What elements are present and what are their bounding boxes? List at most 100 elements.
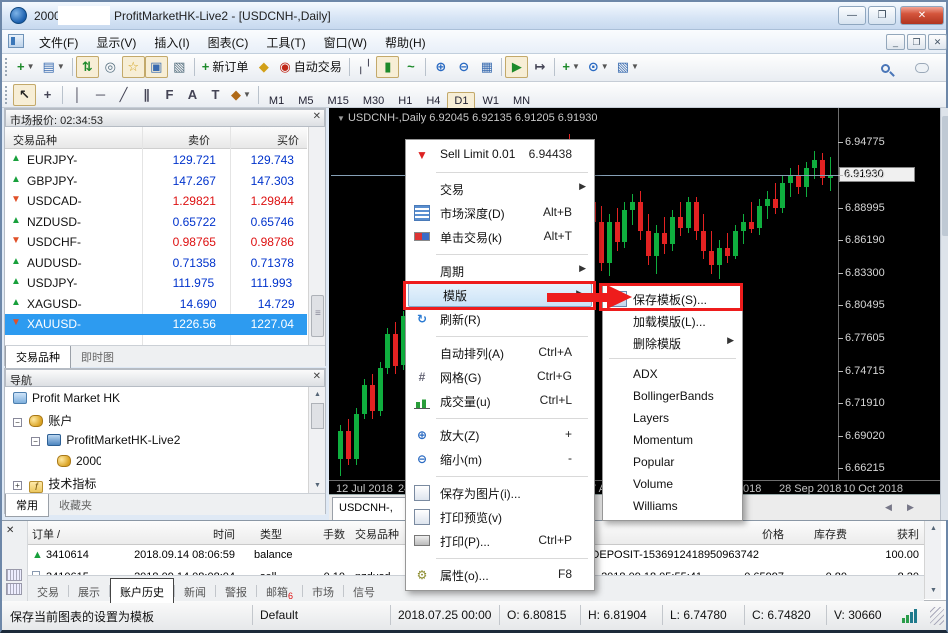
collapse-icon[interactable]: − (31, 437, 40, 446)
close-icon[interactable]: ✕ (313, 371, 321, 382)
menu-item-3[interactable]: 图表(C) (199, 30, 258, 55)
tree-item-accounts[interactable]: − 账户 (13, 412, 72, 432)
scrollbar-thumb[interactable] (942, 116, 948, 236)
scrollbar-thumb[interactable] (311, 295, 324, 337)
terminal-tab-0[interactable]: 交易 (28, 581, 68, 603)
scroll-up-icon[interactable]: ▲ (311, 388, 324, 401)
arrows-button[interactable]: ◆▼ (227, 84, 255, 106)
chevron-down-icon[interactable]: ▼ (243, 90, 251, 99)
autotrading-button[interactable]: ◉自动交易 (275, 56, 345, 78)
templates-button[interactable]: ▧▼ (613, 56, 643, 78)
orders-column-6[interactable]: 库存费 (814, 526, 847, 542)
market-watch-row-gbpjpy[interactable]: ▲GBPJPY-147.267147.303 (5, 171, 307, 192)
template-submenu-item-9[interactable]: Volume (603, 473, 742, 495)
chart-vertical-scrollbar[interactable] (940, 108, 948, 520)
orders-column-7[interactable]: 获利 (897, 526, 919, 542)
context-menu-item-6[interactable]: 周期▶ (406, 259, 594, 283)
context-menu-item-8[interactable]: ↻刷新(R) (406, 307, 594, 331)
close-button[interactable]: ✕ (900, 6, 944, 25)
channel-button[interactable]: ∥ (135, 84, 158, 106)
context-menu-item-17[interactable]: 保存为图片(i)... (406, 481, 594, 505)
collapse-icon[interactable]: − (13, 418, 22, 427)
profiles-button[interactable]: ▤▼ (39, 56, 69, 78)
scroll-down-icon[interactable]: ▼ (311, 479, 324, 492)
context-menu-item-14[interactable]: ⊕放大(Z)+ (406, 423, 594, 447)
context-menu-item-0[interactable]: ▼Sell Limit 0.016.94438 (406, 143, 594, 167)
zoom-in-button[interactable]: ⊕ (429, 56, 452, 78)
context-menu-item-12[interactable]: 成交量(u)Ctrl+L (406, 389, 594, 413)
scroll-right-icon[interactable]: ▶ (907, 502, 914, 513)
periods-button[interactable]: ⊙▼ (584, 56, 613, 78)
terminal-scrollbar[interactable]: ▲ ▼ (924, 521, 941, 599)
terminal-tab-2[interactable]: 账户历史 (110, 578, 174, 603)
new-order-button[interactable]: +新订单 (198, 56, 253, 78)
chevron-down-icon[interactable]: ▼ (57, 62, 65, 71)
menu-item-0[interactable]: 文件(F) (30, 30, 87, 55)
market-watch-button[interactable]: ⇅ (76, 56, 99, 78)
template-submenu-item-6[interactable]: Layers (603, 407, 742, 429)
crosshair-button[interactable]: + (36, 84, 59, 106)
chevron-down-icon[interactable]: ▼ (337, 114, 345, 123)
scrollbar-thumb[interactable] (311, 403, 324, 429)
resize-grip[interactable] (930, 607, 944, 625)
search-button[interactable] (874, 58, 897, 80)
template-submenu-item-7[interactable]: Momentum (603, 429, 742, 451)
column-bid[interactable]: 卖价 (188, 132, 210, 148)
text-label-button[interactable]: T (204, 84, 227, 106)
menu-item-1[interactable]: 显示(V) (87, 30, 145, 55)
navigator-tab-0[interactable]: 常用 (5, 494, 49, 517)
market-watch-row-xauusd[interactable]: ▼XAUUSD-1226.561227.04 (5, 314, 307, 335)
context-menu-item-3[interactable]: 市场深度(D)Alt+B (406, 201, 594, 225)
candlestick-chart-button[interactable]: ▮ (376, 56, 399, 78)
data-window-button[interactable]: ◎ (99, 56, 122, 78)
orders-column-0[interactable]: 订单 / (32, 526, 60, 542)
market-watch-row-usdjpy[interactable]: ▲USDJPY-111.975111.993 (5, 273, 307, 294)
child-restore-button[interactable]: ❐ (907, 34, 926, 50)
restore-button[interactable]: ❐ (868, 6, 896, 25)
orders-column-2[interactable]: 类型 (260, 526, 282, 542)
metaeditor-button[interactable]: ◆ (252, 56, 275, 78)
vertical-line-button[interactable]: │ (66, 84, 89, 106)
context-menu-item-21[interactable]: ⚙属性(o)...F8 (406, 563, 594, 587)
orders-column-3[interactable]: 手数 (323, 526, 345, 542)
terminal-tab-5[interactable]: 邮箱6 (257, 581, 302, 604)
market-watch-tab-1[interactable]: 即时图 (71, 346, 124, 368)
market-watch-row-eurjpy[interactable]: ▲EURJPY-129.721129.743 (5, 150, 307, 171)
menu-item-5[interactable]: 窗口(W) (315, 30, 376, 55)
navigator-scrollbar[interactable]: ▲ ▼ (308, 387, 325, 493)
new-chart-button[interactable]: +▼ (13, 56, 39, 78)
strategy-tester-button[interactable]: ▧ (168, 56, 191, 78)
child-minimize-button[interactable]: _ (886, 34, 905, 50)
market-watch-row-audusd[interactable]: ▲AUDUSD-0.713580.71378 (5, 253, 307, 274)
cursor-button[interactable]: ↖ (13, 84, 36, 106)
community-button[interactable] (910, 58, 933, 80)
trendline-button[interactable]: ╱ (112, 84, 135, 106)
zoom-out-button[interactable]: ⊖ (452, 56, 475, 78)
terminal-tab-1[interactable]: 展示 (69, 581, 109, 603)
column-symbol[interactable]: 交易品种 (13, 132, 57, 148)
minimize-button[interactable]: — (838, 6, 866, 25)
expand-icon[interactable]: + (13, 481, 22, 490)
menu-item-4[interactable]: 工具(T) (257, 30, 314, 55)
navigator-header[interactable]: 导航 ✕ (5, 369, 325, 387)
auto-scroll-button[interactable]: ▶ (505, 56, 528, 78)
context-menu-item-11[interactable]: #网格(G)Ctrl+G (406, 365, 594, 389)
template-submenu-item-4[interactable]: ADX (603, 363, 742, 385)
context-menu-item-4[interactable]: 单击交易(k)Alt+T (406, 225, 594, 249)
chevron-down-icon[interactable]: ▼ (27, 62, 35, 71)
chevron-down-icon[interactable]: ▼ (631, 62, 639, 71)
context-menu-item-18[interactable]: 打印预览(v) (406, 505, 594, 529)
context-menu-item-10[interactable]: 自动排列(A)Ctrl+A (406, 341, 594, 365)
scroll-up-icon[interactable]: ▲ (927, 522, 940, 535)
terminal-tab-6[interactable]: 市场 (303, 581, 343, 603)
terminal-button[interactable]: ▣ (145, 56, 168, 78)
market-watch-scrollbar[interactable] (308, 127, 325, 353)
child-close-button[interactable]: ✕ (928, 34, 947, 50)
menu-item-6[interactable]: 帮助(H) (376, 30, 435, 55)
context-menu-item-2[interactable]: 交易▶ (406, 177, 594, 201)
market-watch-header[interactable]: 市场报价: 02:34:53 ✕ (5, 109, 325, 127)
scroll-left-icon[interactable]: ◀ (885, 502, 892, 513)
template-submenu-item-2[interactable]: 删除模版▶ (603, 331, 742, 353)
menu-item-2[interactable]: 插入(I) (145, 30, 198, 55)
close-icon[interactable]: ✕ (313, 111, 321, 122)
